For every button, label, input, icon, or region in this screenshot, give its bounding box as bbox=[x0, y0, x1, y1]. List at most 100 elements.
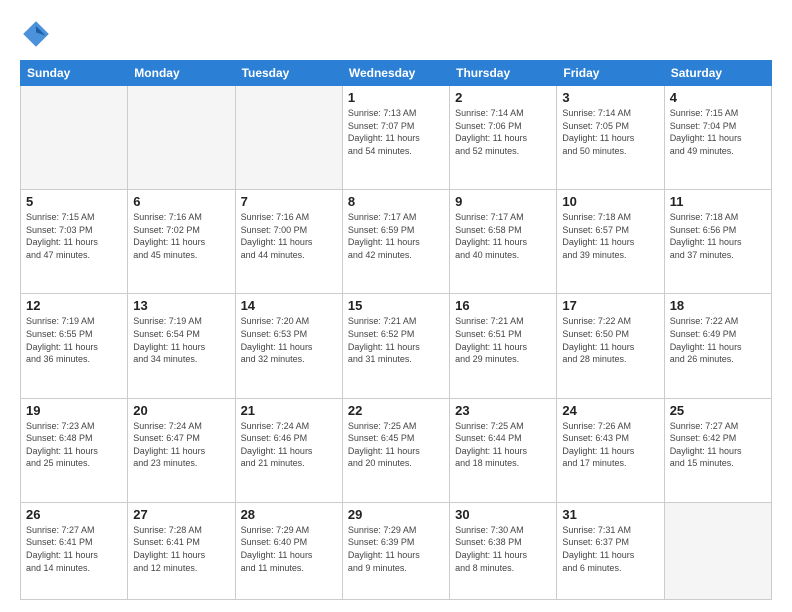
day-number: 16 bbox=[455, 298, 551, 313]
day-number: 14 bbox=[241, 298, 337, 313]
day-number: 2 bbox=[455, 90, 551, 105]
calendar-cell: 20 Sunrise: 7:24 AM Sunset: 6:47 PM Dayli… bbox=[128, 398, 235, 502]
calendar-cell: 19 Sunrise: 7:23 AM Sunset: 6:48 PM Dayli… bbox=[21, 398, 128, 502]
calendar-cell: 17Sunrise: 7:22 AM Sunset: 6:50 PM Dayli… bbox=[557, 294, 664, 398]
weekday-header-monday: Monday bbox=[128, 61, 235, 86]
day-info: Sunrise: 7:31 AM Sunset: 6:37 PM Dayligh… bbox=[562, 524, 658, 574]
header bbox=[20, 18, 772, 50]
day-number: 17 bbox=[562, 298, 658, 313]
weekday-header-wednesday: Wednesday bbox=[342, 61, 449, 86]
calendar-cell: 22Sunrise: 7:25 AM Sunset: 6:45 PM Dayli… bbox=[342, 398, 449, 502]
calendar-cell: 10Sunrise: 7:18 AM Sunset: 6:57 PM Dayli… bbox=[557, 190, 664, 294]
calendar-cell: 21 Sunrise: 7:24 AM Sunset: 6:46 PM Dayli… bbox=[235, 398, 342, 502]
day-info: Sunrise: 7:19 AM Sunset: 6:54 PM Dayligh… bbox=[133, 315, 229, 365]
day-number: 18 bbox=[670, 298, 766, 313]
day-info: Sunrise: 7:26 AM Sunset: 6:43 PM Dayligh… bbox=[562, 420, 658, 470]
calendar-cell bbox=[128, 86, 235, 190]
calendar-cell: 6Sunrise: 7:16 AM Sunset: 7:02 PM Daylig… bbox=[128, 190, 235, 294]
calendar-cell bbox=[235, 86, 342, 190]
day-info: Sunrise: 7:19 AM Sunset: 6:55 PM Dayligh… bbox=[26, 315, 122, 365]
calendar-cell: 27Sunrise: 7:28 AM Sunset: 6:41 PM Dayli… bbox=[128, 502, 235, 599]
week-row-5: 26Sunrise: 7:27 AM Sunset: 6:41 PM Dayli… bbox=[21, 502, 772, 599]
week-row-1: 1Sunrise: 7:13 AM Sunset: 7:07 PM Daylig… bbox=[21, 86, 772, 190]
day-info: Sunrise: 7:27 AM Sunset: 6:42 PM Dayligh… bbox=[670, 420, 766, 470]
calendar-cell: 18 Sunrise: 7:22 AM Sunset: 6:49 PM Dayli… bbox=[664, 294, 771, 398]
day-info: Sunrise: 7:14 AM Sunset: 7:05 PM Dayligh… bbox=[562, 107, 658, 157]
day-number: 13 bbox=[133, 298, 229, 313]
day-info: Sunrise: 7:18 AM Sunset: 6:56 PM Dayligh… bbox=[670, 211, 766, 261]
day-info: Sunrise: 7:15 AM Sunset: 7:04 PM Dayligh… bbox=[670, 107, 766, 157]
day-number: 9 bbox=[455, 194, 551, 209]
calendar-cell: 4 Sunrise: 7:15 AM Sunset: 7:04 PM Daylig… bbox=[664, 86, 771, 190]
day-number: 30 bbox=[455, 507, 551, 522]
calendar-cell: 23Sunrise: 7:25 AM Sunset: 6:44 PM Dayli… bbox=[450, 398, 557, 502]
day-number: 7 bbox=[241, 194, 337, 209]
day-number: 21 bbox=[241, 403, 337, 418]
day-info: Sunrise: 7:14 AM Sunset: 7:06 PM Dayligh… bbox=[455, 107, 551, 157]
day-info: Sunrise: 7:30 AM Sunset: 6:38 PM Dayligh… bbox=[455, 524, 551, 574]
weekday-header-friday: Friday bbox=[557, 61, 664, 86]
calendar-cell: 7 Sunrise: 7:16 AM Sunset: 7:00 PM Daylig… bbox=[235, 190, 342, 294]
day-number: 19 bbox=[26, 403, 122, 418]
day-number: 4 bbox=[670, 90, 766, 105]
day-info: Sunrise: 7:13 AM Sunset: 7:07 PM Dayligh… bbox=[348, 107, 444, 157]
calendar-cell: 5 Sunrise: 7:15 AM Sunset: 7:03 PM Daylig… bbox=[21, 190, 128, 294]
logo bbox=[20, 18, 56, 50]
calendar-cell: 25 Sunrise: 7:27 AM Sunset: 6:42 PM Dayli… bbox=[664, 398, 771, 502]
day-number: 31 bbox=[562, 507, 658, 522]
weekday-header-sunday: Sunday bbox=[21, 61, 128, 86]
day-number: 29 bbox=[348, 507, 444, 522]
day-info: Sunrise: 7:22 AM Sunset: 6:49 PM Dayligh… bbox=[670, 315, 766, 365]
day-info: Sunrise: 7:29 AM Sunset: 6:39 PM Dayligh… bbox=[348, 524, 444, 574]
calendar-cell: 14Sunrise: 7:20 AM Sunset: 6:53 PM Dayli… bbox=[235, 294, 342, 398]
calendar-cell: 2 Sunrise: 7:14 AM Sunset: 7:06 PM Daylig… bbox=[450, 86, 557, 190]
weekday-header-tuesday: Tuesday bbox=[235, 61, 342, 86]
day-number: 10 bbox=[562, 194, 658, 209]
day-number: 5 bbox=[26, 194, 122, 209]
calendar-cell: 29 Sunrise: 7:29 AM Sunset: 6:39 PM Dayli… bbox=[342, 502, 449, 599]
calendar-cell: 1Sunrise: 7:13 AM Sunset: 7:07 PM Daylig… bbox=[342, 86, 449, 190]
calendar-cell: 26Sunrise: 7:27 AM Sunset: 6:41 PM Dayli… bbox=[21, 502, 128, 599]
day-info: Sunrise: 7:15 AM Sunset: 7:03 PM Dayligh… bbox=[26, 211, 122, 261]
calendar-cell: 15 Sunrise: 7:21 AM Sunset: 6:52 PM Dayli… bbox=[342, 294, 449, 398]
calendar-cell: 9Sunrise: 7:17 AM Sunset: 6:58 PM Daylig… bbox=[450, 190, 557, 294]
page: SundayMondayTuesdayWednesdayThursdayFrid… bbox=[0, 0, 792, 612]
calendar-cell: 28 Sunrise: 7:29 AM Sunset: 6:40 PM Dayli… bbox=[235, 502, 342, 599]
calendar-cell: 24 Sunrise: 7:26 AM Sunset: 6:43 PM Dayli… bbox=[557, 398, 664, 502]
day-info: Sunrise: 7:27 AM Sunset: 6:41 PM Dayligh… bbox=[26, 524, 122, 574]
calendar-cell: 12 Sunrise: 7:19 AM Sunset: 6:55 PM Dayli… bbox=[21, 294, 128, 398]
calendar-cell: 13 Sunrise: 7:19 AM Sunset: 6:54 PM Dayli… bbox=[128, 294, 235, 398]
calendar-cell bbox=[21, 86, 128, 190]
day-number: 12 bbox=[26, 298, 122, 313]
calendar-table: SundayMondayTuesdayWednesdayThursdayFrid… bbox=[20, 60, 772, 600]
day-number: 3 bbox=[562, 90, 658, 105]
day-info: Sunrise: 7:21 AM Sunset: 6:52 PM Dayligh… bbox=[348, 315, 444, 365]
day-info: Sunrise: 7:29 AM Sunset: 6:40 PM Dayligh… bbox=[241, 524, 337, 574]
day-number: 28 bbox=[241, 507, 337, 522]
day-info: Sunrise: 7:17 AM Sunset: 6:59 PM Dayligh… bbox=[348, 211, 444, 261]
weekday-header-saturday: Saturday bbox=[664, 61, 771, 86]
day-number: 22 bbox=[348, 403, 444, 418]
day-info: Sunrise: 7:21 AM Sunset: 6:51 PM Dayligh… bbox=[455, 315, 551, 365]
calendar-cell bbox=[664, 502, 771, 599]
day-info: Sunrise: 7:28 AM Sunset: 6:41 PM Dayligh… bbox=[133, 524, 229, 574]
week-row-4: 19 Sunrise: 7:23 AM Sunset: 6:48 PM Dayli… bbox=[21, 398, 772, 502]
calendar-cell: 11Sunrise: 7:18 AM Sunset: 6:56 PM Dayli… bbox=[664, 190, 771, 294]
day-number: 8 bbox=[348, 194, 444, 209]
week-row-3: 12 Sunrise: 7:19 AM Sunset: 6:55 PM Dayli… bbox=[21, 294, 772, 398]
calendar-cell: 31 Sunrise: 7:31 AM Sunset: 6:37 PM Dayli… bbox=[557, 502, 664, 599]
day-number: 15 bbox=[348, 298, 444, 313]
calendar-cell: 8 Sunrise: 7:17 AM Sunset: 6:59 PM Daylig… bbox=[342, 190, 449, 294]
day-number: 24 bbox=[562, 403, 658, 418]
calendar-cell: 16 Sunrise: 7:21 AM Sunset: 6:51 PM Dayli… bbox=[450, 294, 557, 398]
day-info: Sunrise: 7:23 AM Sunset: 6:48 PM Dayligh… bbox=[26, 420, 122, 470]
day-number: 20 bbox=[133, 403, 229, 418]
day-number: 6 bbox=[133, 194, 229, 209]
calendar-cell: 30 Sunrise: 7:30 AM Sunset: 6:38 PM Dayli… bbox=[450, 502, 557, 599]
week-row-2: 5 Sunrise: 7:15 AM Sunset: 7:03 PM Daylig… bbox=[21, 190, 772, 294]
day-number: 23 bbox=[455, 403, 551, 418]
day-info: Sunrise: 7:16 AM Sunset: 7:00 PM Dayligh… bbox=[241, 211, 337, 261]
day-info: Sunrise: 7:24 AM Sunset: 6:46 PM Dayligh… bbox=[241, 420, 337, 470]
day-number: 25 bbox=[670, 403, 766, 418]
day-info: Sunrise: 7:24 AM Sunset: 6:47 PM Dayligh… bbox=[133, 420, 229, 470]
